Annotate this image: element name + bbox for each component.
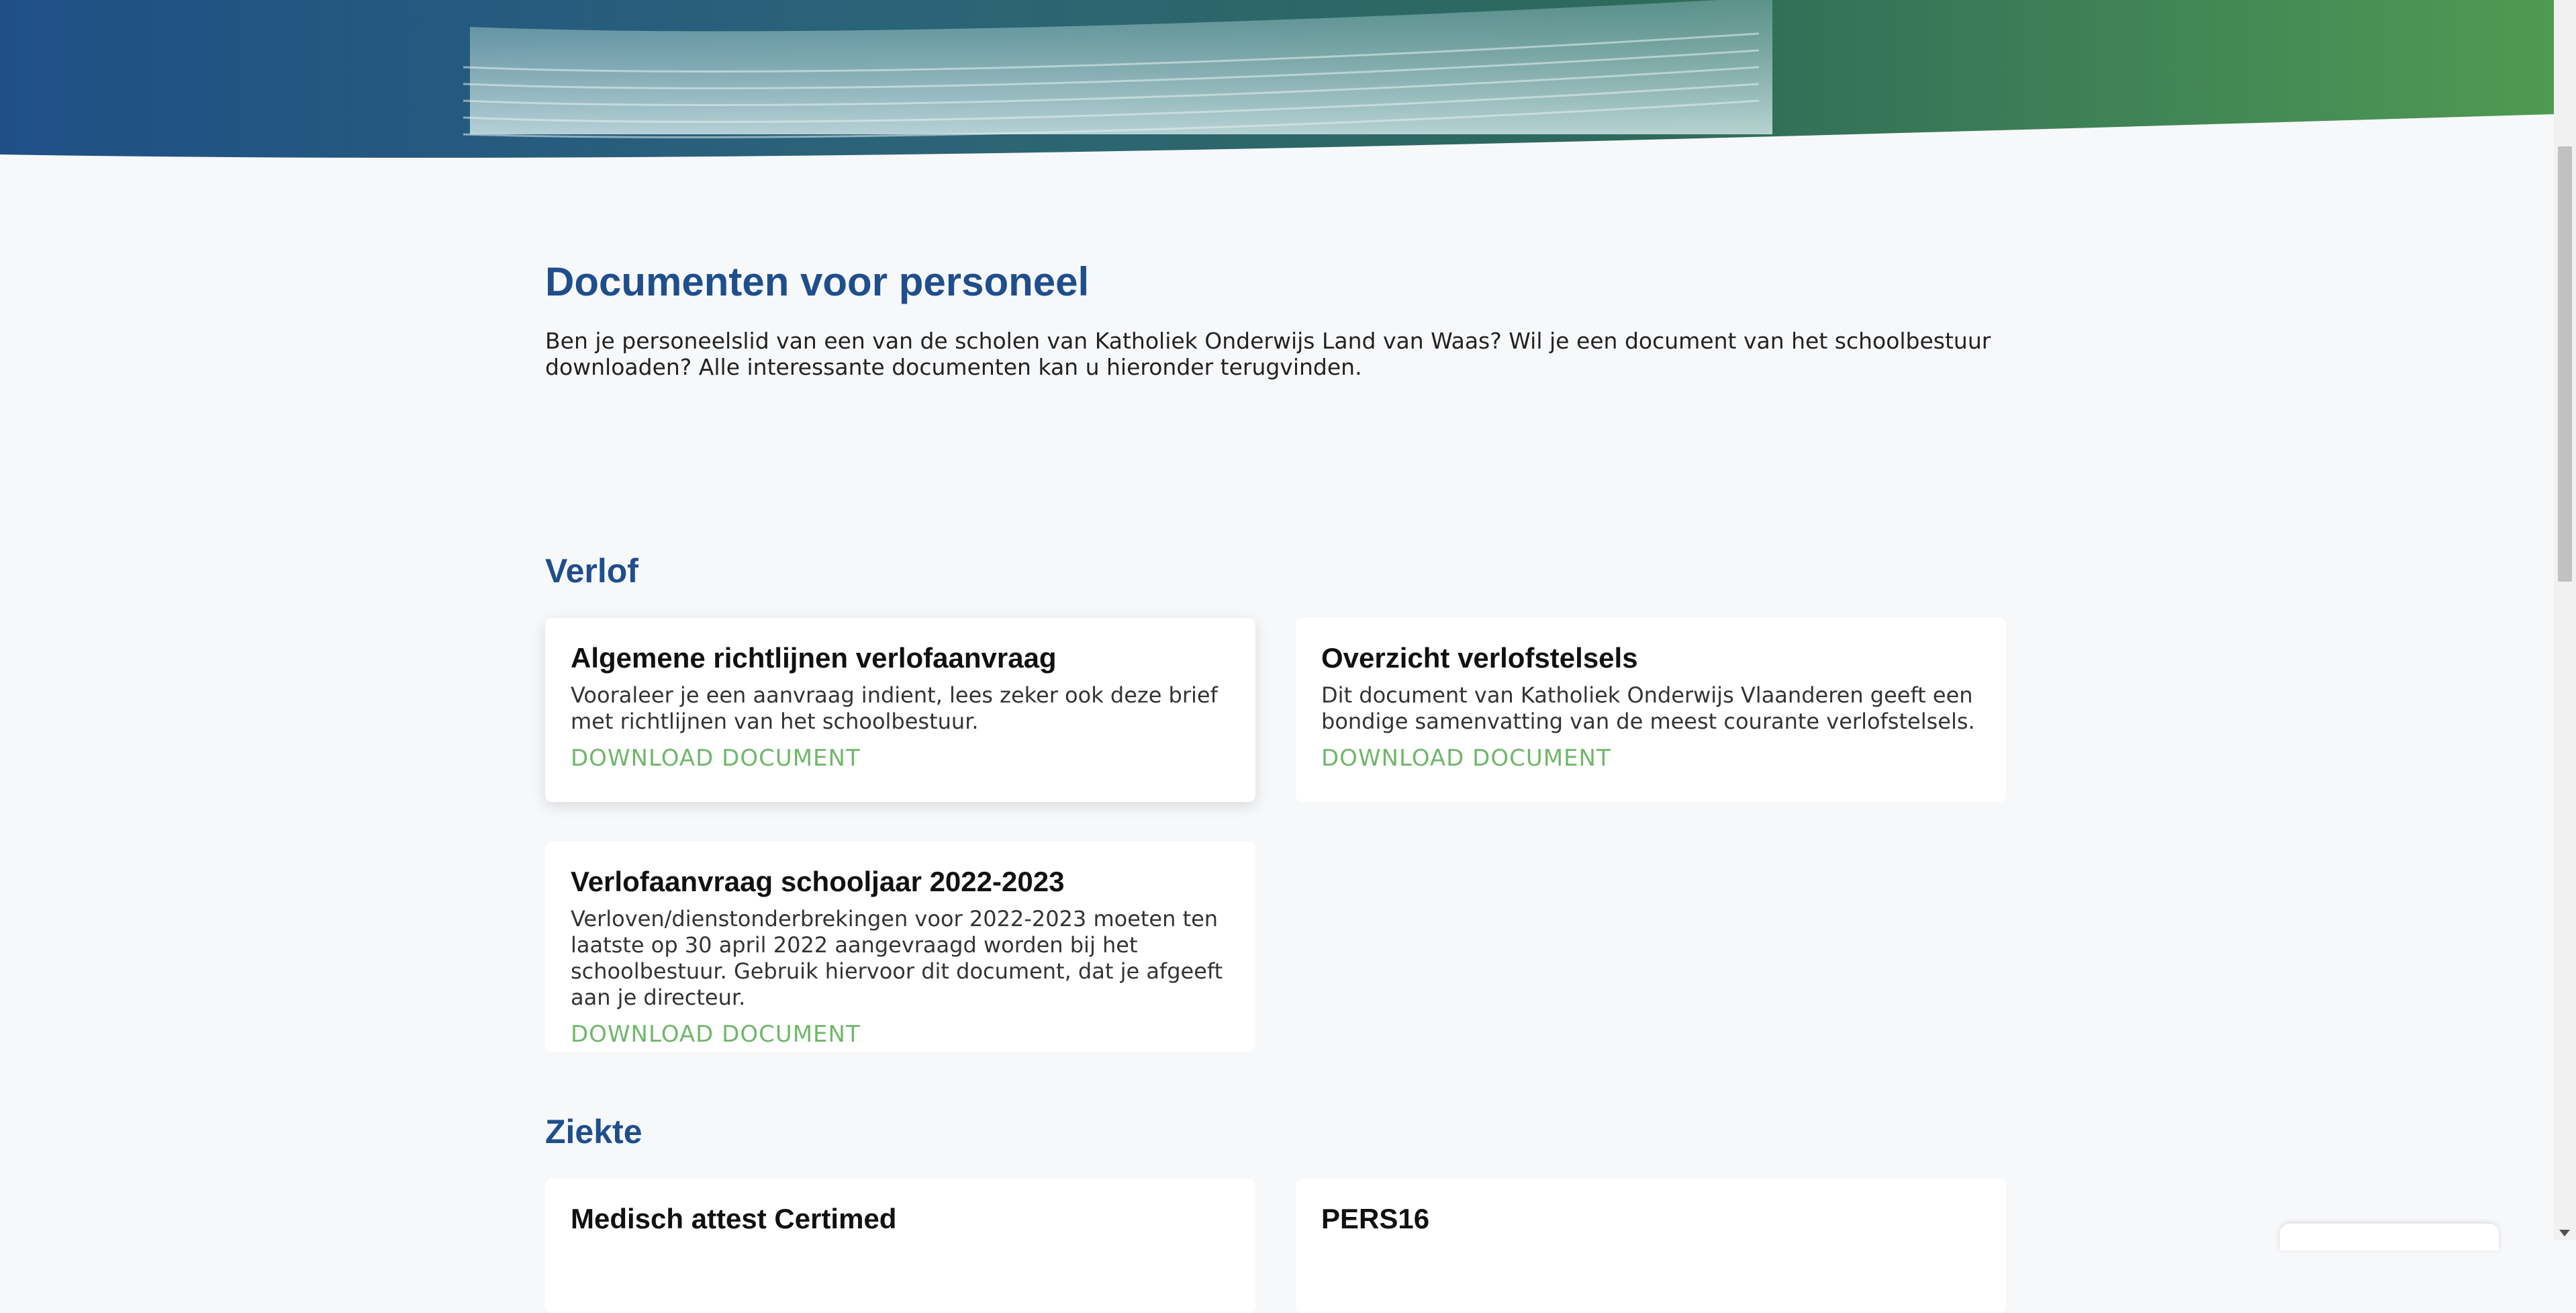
download-document-link[interactable]: DOWNLOAD DOCUMENT	[571, 1020, 861, 1048]
card-title: Algemene richtlijnen verlofaanvraag	[571, 642, 1057, 674]
card-title: Overzicht verlofstelsels	[1321, 642, 1638, 674]
scrollbar-thumb[interactable]	[2558, 146, 2572, 582]
download-document-link[interactable]: DOWNLOAD DOCUMENT	[571, 744, 861, 772]
chat-widget-tab[interactable]	[2280, 1224, 2499, 1251]
document-card: PERS16	[1296, 1179, 2006, 1313]
download-document-link[interactable]: DOWNLOAD DOCUMENT	[1321, 744, 1611, 772]
document-card: Verlofaanvraag schooljaar 2022-2023 Verl…	[545, 842, 1255, 1052]
vertical-scrollbar[interactable]	[2554, 0, 2576, 1240]
card-description: Vooraleer je een aanvraag indient, lees …	[571, 682, 1218, 734]
card-title: PERS16	[1321, 1203, 1430, 1234]
document-card: Medisch attest Certimed	[545, 1179, 1255, 1313]
card-title: Verlofaanvraag schooljaar 2022-2023	[571, 866, 1065, 897]
main-content: Documenten voor personeel Ben je persone…	[545, 255, 2009, 1313]
card-description: Verloven/dienstonderbrekingen voor 2022-…	[571, 906, 1223, 1010]
card-title: Medisch attest Certimed	[571, 1203, 897, 1234]
card-description: Dit document van Katholiek Onderwijs Vla…	[1321, 682, 1975, 734]
page-title: Documenten voor personeel	[545, 259, 1090, 304]
page-intro: Ben je personeelslid van een van de scho…	[545, 328, 1991, 380]
scroll-down-arrow-icon[interactable]	[2559, 1230, 2570, 1236]
section-title-ziekte: Ziekte	[545, 1113, 642, 1150]
section-title-verlof: Verlof	[545, 552, 638, 590]
document-card: Overzicht verlofstelsels Dit document va…	[1296, 618, 2006, 802]
document-card: Algemene richtlijnen verlofaanvraag Voor…	[545, 618, 1255, 802]
hero-banner-image	[0, 0, 2554, 165]
